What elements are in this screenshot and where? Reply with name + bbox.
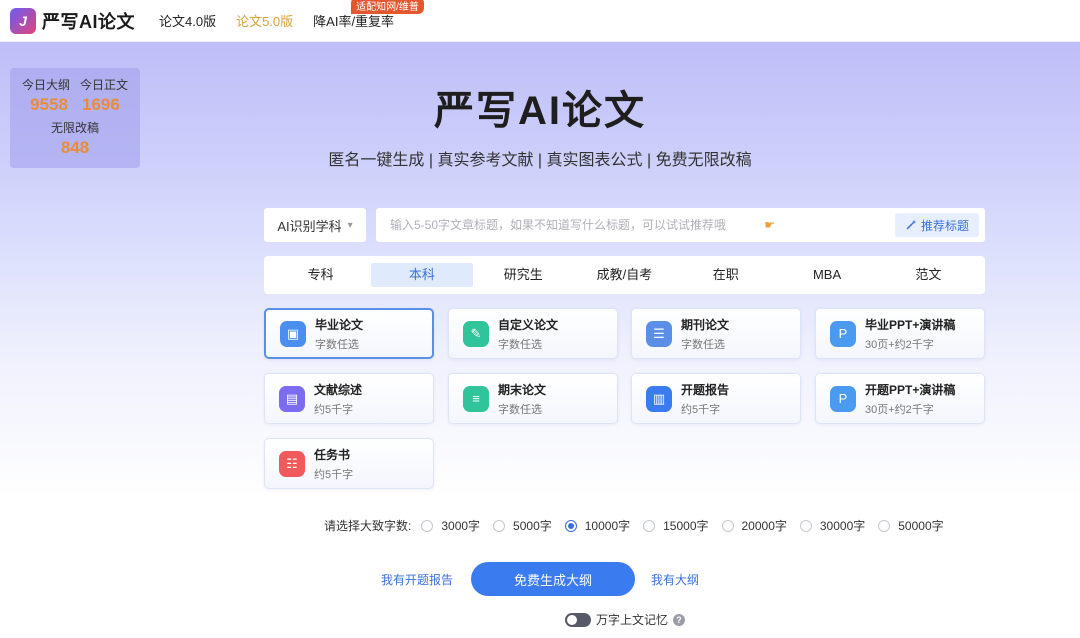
card-journal-paper[interactable]: ☰ 期刊论文 字数任选: [631, 308, 801, 359]
card-title: 毕业PPT+演讲稿: [865, 317, 956, 332]
ppt-icon: P: [830, 320, 856, 347]
education-level-tabs: 专科 本科 研究生 成教/自考 在职 MBA 范文: [264, 256, 985, 294]
ppt-icon: P: [830, 385, 856, 412]
chevron-down-icon: ▾: [347, 219, 353, 231]
radio-button[interactable]: [643, 519, 656, 532]
card-proposal-ppt[interactable]: P 开题PPT+演讲稿 30页+约2千字: [815, 373, 985, 424]
tab-sample-essay[interactable]: 范文: [878, 263, 979, 287]
radio-button[interactable]: [721, 519, 734, 532]
nav-item-v5[interactable]: 论文5.0版: [236, 11, 293, 30]
subject-select[interactable]: AI识别学科 ▾: [264, 208, 366, 242]
task-icon: ☷: [279, 450, 305, 477]
logo-icon: J: [10, 7, 36, 34]
word-count-option-30000[interactable]: 30000字: [799, 517, 866, 534]
search-row: AI识别学科 ▾ ☛ 推荐标题: [264, 208, 985, 242]
page-title: 严写AI论文: [434, 89, 646, 133]
card-desc: 约5千字: [314, 468, 354, 481]
radio-button[interactable]: [799, 519, 812, 532]
radio-button[interactable]: [493, 519, 506, 532]
tab-postgraduate[interactable]: 研究生: [473, 263, 574, 287]
subject-select-label: AI识别学科: [277, 218, 342, 234]
page-subtitle: 匿名一键生成 | 真实参考文献 | 真实图表公式 | 免费无限改稿: [328, 152, 752, 169]
nav-item-reduce-ai[interactable]: 降AI率/重复率 适配知网/维普: [313, 0, 424, 30]
card-title: 开题PPT+演讲稿: [865, 382, 956, 397]
radio-button[interactable]: [421, 519, 434, 532]
card-title: 任务书: [314, 447, 351, 462]
word-count-selector: 请选择大致字数: 3000字 5000字 10000字 15000字 20000…: [324, 517, 957, 534]
card-desc: 约5千字: [314, 403, 354, 416]
tab-undergraduate[interactable]: 本科: [371, 263, 473, 287]
word-count-option-label: 15000字: [663, 519, 709, 533]
action-row: 我有开题报告 免费生成大纲 我有大纲: [0, 562, 1080, 596]
tab-on-the-job[interactable]: 在职: [675, 263, 776, 287]
card-title: 期刊论文: [681, 317, 730, 332]
nav-badge: 适配知网/维普: [351, 0, 424, 14]
word-count-option-5000[interactable]: 5000字: [493, 517, 552, 534]
radio-button[interactable]: [878, 519, 891, 532]
tab-junior-college[interactable]: 专科: [270, 263, 371, 287]
word-count-option-label: 30000字: [819, 519, 866, 533]
nav-item-reduce-ai-label: 降AI率/重复率: [313, 14, 395, 29]
have-proposal-link[interactable]: 我有开题报告: [381, 571, 453, 588]
memory-label: 万字上文记忆: [596, 613, 669, 627]
title-input-wrapper: ☛ 推荐标题: [376, 208, 985, 242]
card-graduation-ppt[interactable]: P 毕业PPT+演讲稿 30页+约2千字: [815, 308, 985, 359]
card-desc: 字数任选: [315, 338, 359, 351]
card-desc: 30页+约2千字: [865, 403, 934, 416]
book-icon: ▣: [280, 320, 306, 347]
tab-mba[interactable]: MBA: [776, 263, 877, 287]
help-icon[interactable]: ?: [673, 613, 686, 626]
generate-outline-button[interactable]: 免费生成大纲: [471, 562, 635, 596]
card-title: 毕业论文: [315, 317, 364, 332]
logo-glyph: J: [19, 12, 27, 29]
word-count-option-label: 10000字: [584, 519, 631, 533]
tab-adult-education[interactable]: 成教/自考: [574, 263, 675, 287]
card-title: 期末论文: [498, 382, 547, 397]
memory-toggle[interactable]: [565, 612, 591, 627]
logo-text: 严写AI论文: [42, 11, 135, 32]
document-icon: ≡: [463, 385, 489, 412]
pointing-hand-icon: ☛: [764, 218, 775, 232]
word-count-option-3000[interactable]: 3000字: [421, 517, 480, 534]
word-count-option-label: 20000字: [741, 519, 787, 533]
pen-icon: ✎: [463, 320, 489, 347]
card-desc: 字数任选: [498, 403, 542, 416]
top-navbar: J 严写AI论文 论文4.0版 论文5.0版 降AI率/重复率 适配知网/维普: [0, 0, 1080, 42]
card-custom-thesis[interactable]: ✎ 自定义论文 字数任选: [448, 308, 618, 359]
card-graduation-thesis[interactable]: ▣ 毕业论文 字数任选: [264, 308, 434, 359]
memory-toggle-row: 万字上文记忆 ?: [565, 611, 686, 628]
recommend-title-label: 推荐标题: [920, 218, 969, 233]
card-literature-review[interactable]: ▤ 文献综述 约5千字: [264, 373, 434, 424]
report-icon: ▥: [646, 385, 672, 412]
word-count-option-10000[interactable]: 10000字: [564, 517, 631, 534]
card-title: 自定义论文: [498, 317, 559, 332]
main-nav: 论文4.0版 论文5.0版 降AI率/重复率 适配知网/维普: [159, 0, 424, 30]
word-count-option-50000[interactable]: 50000字: [878, 517, 944, 534]
card-title: 文献综述: [314, 382, 363, 397]
card-desc: 字数任选: [681, 338, 725, 351]
card-title: 开题报告: [681, 382, 730, 397]
magic-wand-icon: [906, 220, 916, 230]
word-count-option-15000[interactable]: 15000字: [643, 517, 709, 534]
word-count-option-label: 3000字: [441, 519, 481, 533]
literature-icon: ▤: [279, 385, 305, 412]
recommend-title-button[interactable]: 推荐标题: [894, 213, 979, 237]
card-task-book[interactable]: ☷ 任务书 约5千字: [264, 438, 434, 489]
word-count-option-label: 5000字: [513, 519, 552, 533]
card-final-paper[interactable]: ≡ 期末论文 字数任选: [448, 373, 618, 424]
nav-item-v4[interactable]: 论文4.0版: [159, 11, 216, 30]
card-desc: 字数任选: [498, 338, 542, 351]
card-desc: 30页+约2千字: [865, 338, 934, 351]
card-desc: 约5千字: [681, 403, 721, 416]
title-input[interactable]: [390, 218, 765, 232]
card-proposal-report[interactable]: ▥ 开题报告 约5千字: [631, 373, 801, 424]
word-count-option-20000[interactable]: 20000字: [721, 517, 787, 534]
word-count-label: 请选择大致字数:: [324, 519, 412, 533]
journal-icon: ☰: [646, 320, 672, 347]
word-count-option-label: 50000字: [898, 519, 944, 533]
radio-button-selected[interactable]: [564, 519, 577, 532]
have-outline-link[interactable]: 我有大纲: [651, 571, 699, 588]
logo[interactable]: J 严写AI论文: [10, 7, 135, 34]
